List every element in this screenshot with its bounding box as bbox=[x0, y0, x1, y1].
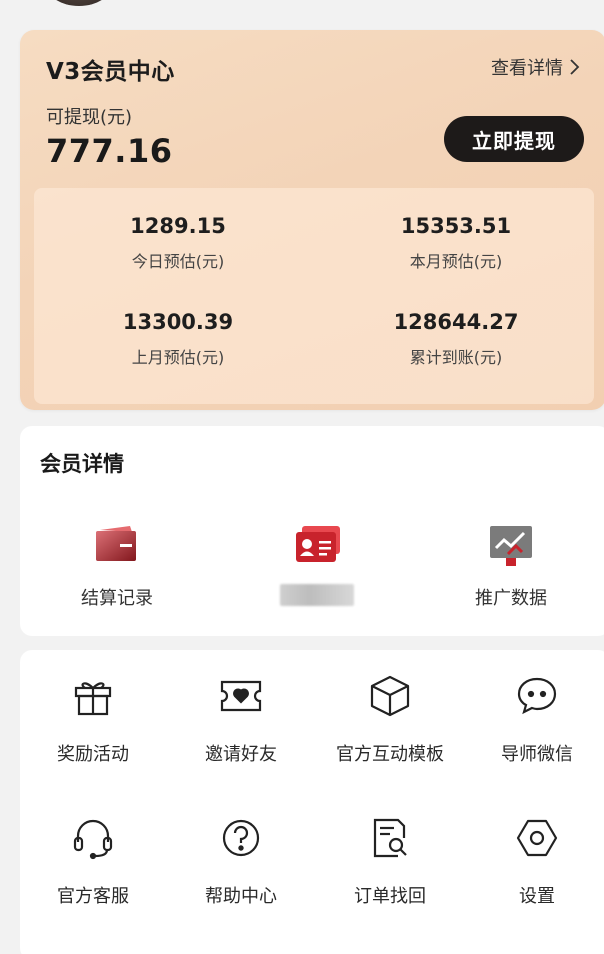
stat-value: 13300.39 bbox=[122, 310, 234, 334]
tool-label: 奖励活动 bbox=[57, 744, 129, 765]
cube-icon bbox=[370, 675, 410, 717]
earnings-stats: 1289.15 今日预估(元) 15353.51 本月预估(元) 13300.3… bbox=[34, 188, 594, 404]
tool-label: 设置 bbox=[519, 886, 555, 907]
member-details-title: 会员详情 bbox=[40, 452, 124, 476]
question-icon bbox=[222, 819, 260, 857]
official-template-item[interactable]: 官方互动模板 bbox=[315, 674, 465, 766]
vip-center-title: V3会员中心 bbox=[46, 59, 175, 85]
view-details-link[interactable]: 查看详情 bbox=[491, 54, 580, 80]
settings-item[interactable]: 设置 bbox=[462, 816, 604, 908]
blurred-member-label bbox=[280, 584, 354, 606]
stat-value: 1289.15 bbox=[130, 214, 226, 238]
vip-card: V3会员中心 查看详情 可提现(元) 777.16 立即提现 1289.15 今… bbox=[20, 30, 604, 410]
gift-icon bbox=[74, 682, 112, 716]
stat-label: 累计到账(元) bbox=[409, 348, 503, 367]
stat-label: 本月预估(元) bbox=[409, 252, 503, 271]
withdraw-now-button[interactable]: 立即提现 bbox=[444, 116, 584, 162]
settlement-records-item[interactable]: 结算记录 bbox=[42, 522, 192, 609]
official-support-item[interactable]: 官方客服 bbox=[18, 816, 168, 908]
headset-icon bbox=[73, 819, 113, 860]
id-card-icon bbox=[296, 526, 340, 562]
stat-value: 15353.51 bbox=[400, 214, 512, 238]
stat-this-month: 15353.51 本月预估(元) bbox=[336, 214, 576, 272]
help-center-item[interactable]: 帮助中心 bbox=[166, 816, 316, 908]
blurred-member-item[interactable] bbox=[242, 522, 392, 610]
tool-label: 订单找回 bbox=[354, 886, 426, 907]
reward-activities-item[interactable]: 奖励活动 bbox=[18, 674, 168, 766]
document-search-icon bbox=[373, 818, 407, 858]
settings-hex-icon bbox=[516, 819, 558, 857]
withdrawable-amount: 777.16 bbox=[46, 132, 173, 170]
wallet-icon bbox=[96, 526, 136, 561]
tools-grid: 奖励活动 邀请好友 官方互动模板 导师微信 官方客服 帮助中心 订单找回 设置 bbox=[20, 650, 604, 954]
member-details-card: 会员详情 结算记录 推广数据 bbox=[20, 426, 604, 636]
order-recovery-item[interactable]: 订单找回 bbox=[315, 816, 465, 908]
mentor-wechat-item[interactable]: 导师微信 bbox=[462, 674, 604, 766]
tool-label: 帮助中心 bbox=[205, 886, 277, 907]
stat-today: 1289.15 今日预估(元) bbox=[58, 214, 298, 272]
stat-value: 128644.27 bbox=[393, 310, 519, 334]
avatar[interactable] bbox=[44, 0, 114, 6]
member-item-label: 结算记录 bbox=[81, 588, 153, 609]
chevron-right-icon bbox=[570, 59, 580, 75]
stat-label: 上月预估(元) bbox=[131, 348, 225, 367]
ticket-heart-icon bbox=[220, 680, 262, 712]
tool-label: 导师微信 bbox=[501, 744, 573, 765]
promotion-data-item[interactable]: 推广数据 bbox=[436, 522, 586, 609]
tool-label: 官方互动模板 bbox=[336, 744, 444, 765]
member-item-label: 推广数据 bbox=[475, 588, 547, 609]
chat-bubble-icon bbox=[517, 677, 557, 715]
view-details-label: 查看详情 bbox=[491, 58, 563, 79]
trend-chart-icon bbox=[490, 526, 532, 566]
tool-label: 官方客服 bbox=[57, 886, 129, 907]
stat-total-received: 128644.27 累计到账(元) bbox=[336, 310, 576, 368]
stat-label: 今日预估(元) bbox=[131, 252, 225, 271]
tool-label: 邀请好友 bbox=[205, 744, 277, 765]
stat-last-month: 13300.39 上月预估(元) bbox=[58, 310, 298, 368]
withdrawable-label: 可提现(元) bbox=[46, 107, 133, 128]
invite-friends-item[interactable]: 邀请好友 bbox=[166, 674, 316, 766]
